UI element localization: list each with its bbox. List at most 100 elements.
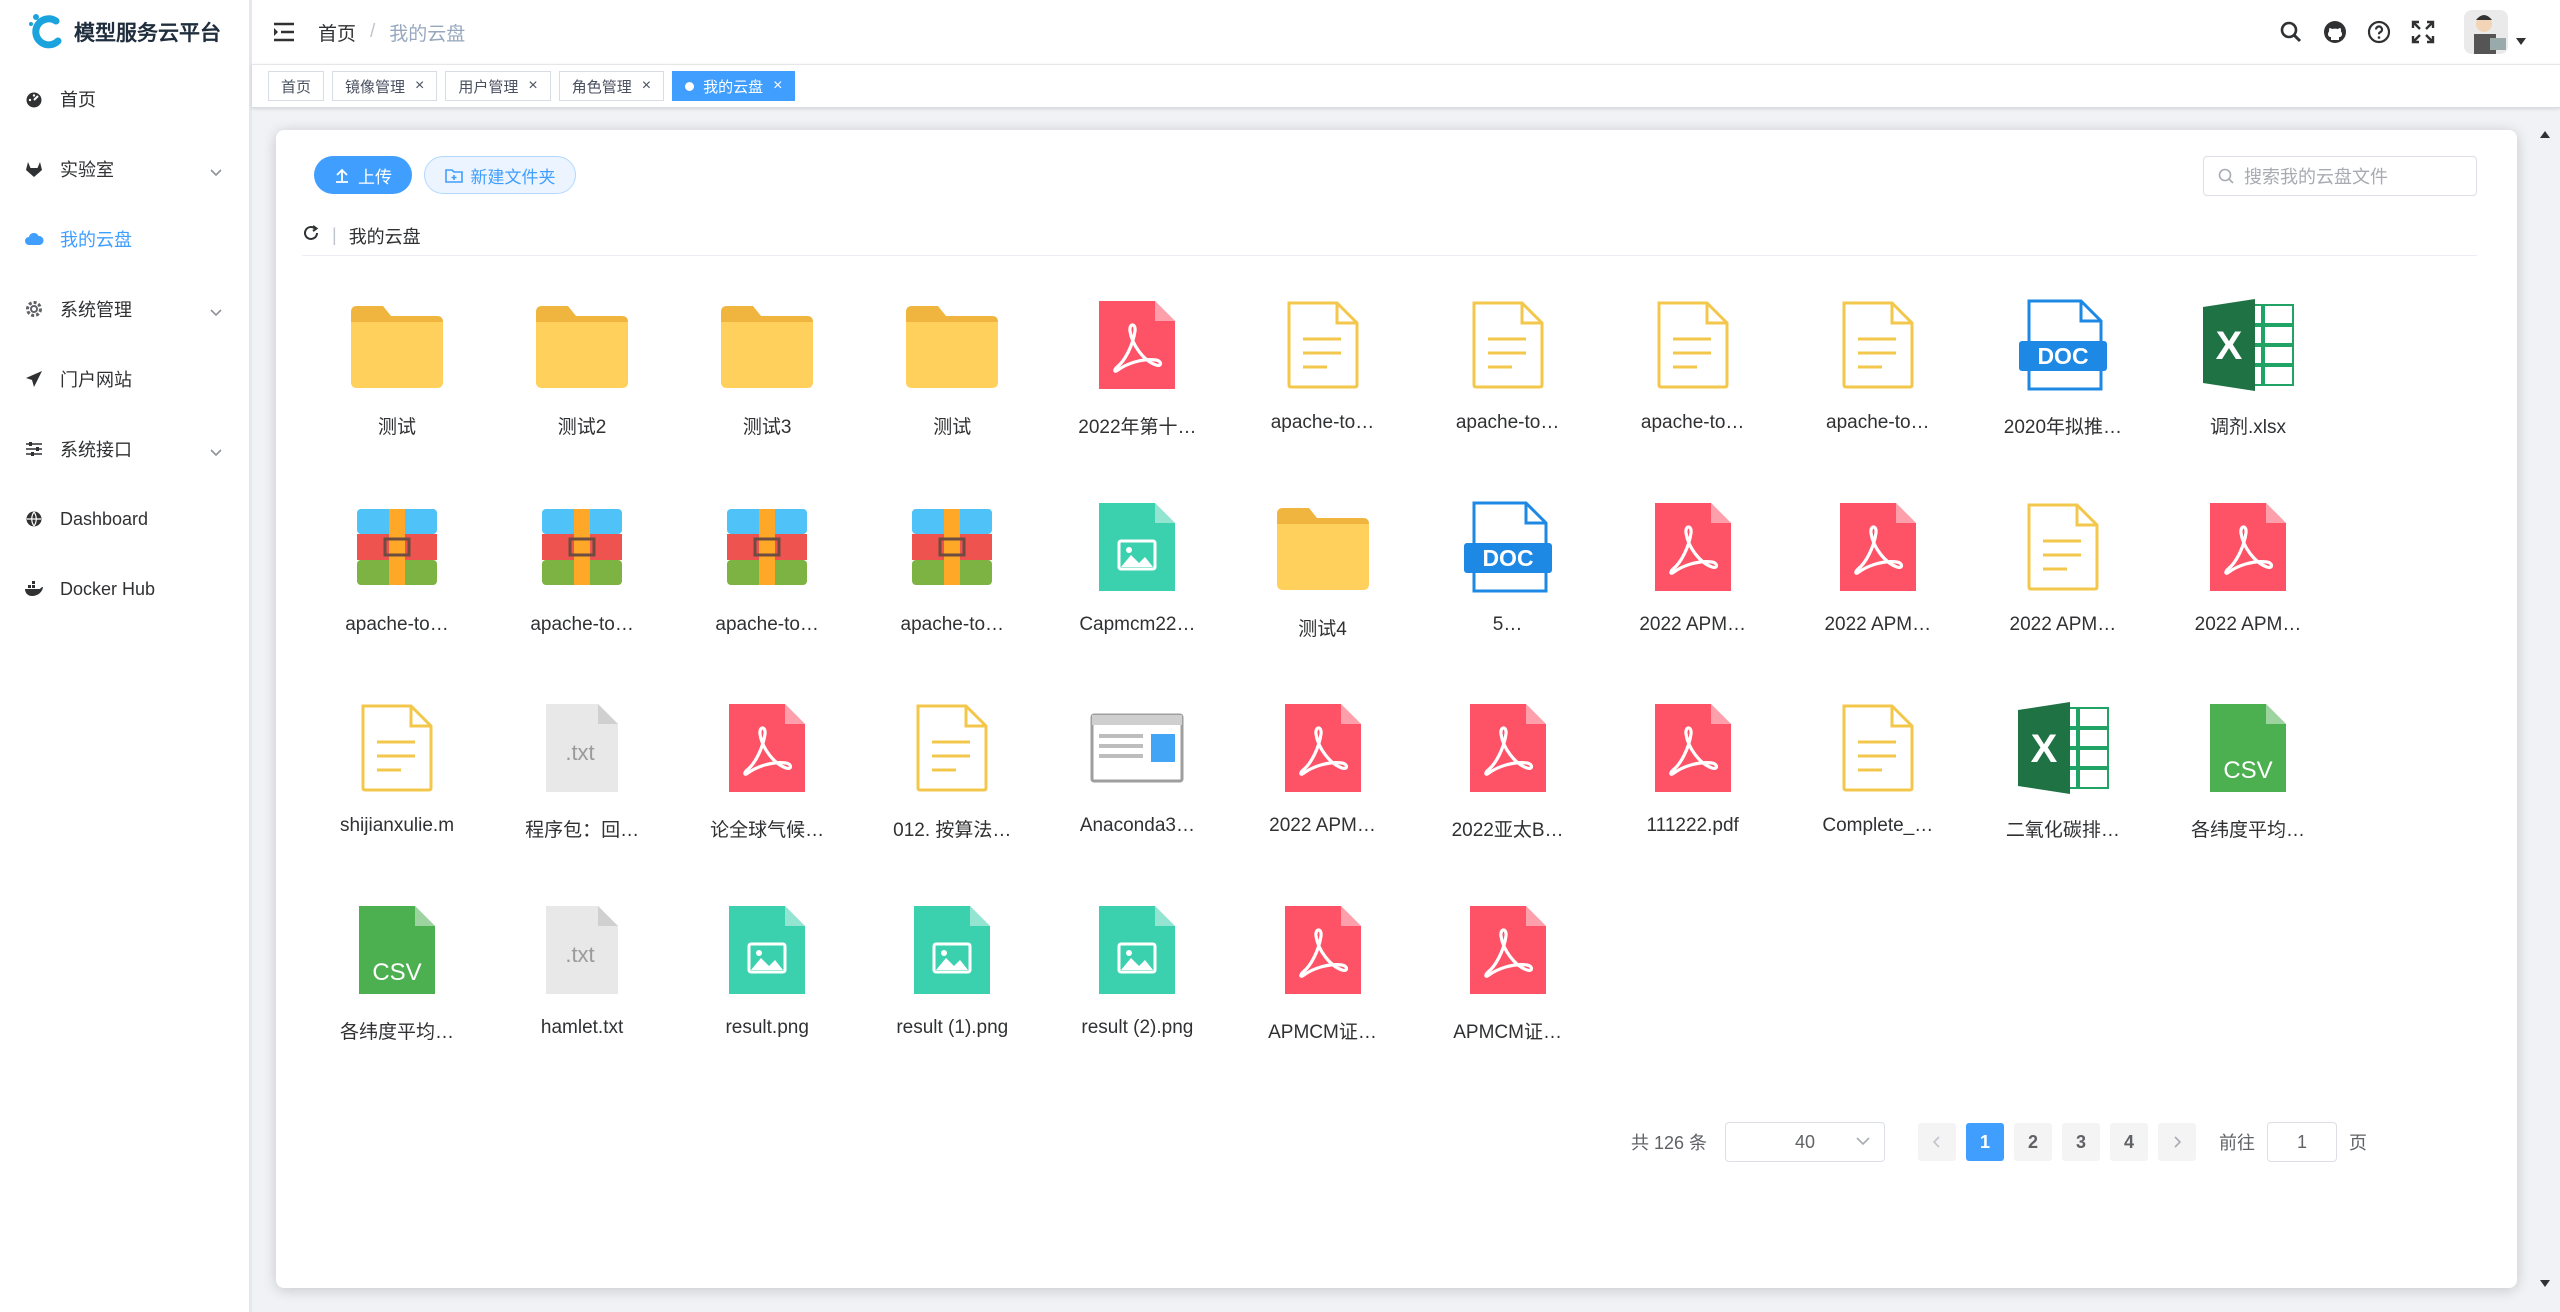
chevron-down-icon[interactable] xyxy=(2516,33,2526,51)
file-item[interactable]: apache-to… xyxy=(1415,290,1601,480)
page-button[interactable]: 4 xyxy=(2110,1123,2148,1161)
file-item[interactable]: 测试3 xyxy=(674,290,860,480)
refresh-icon[interactable] xyxy=(302,224,320,247)
sidebar-item-label: 系统接口 xyxy=(60,440,132,460)
file-item[interactable]: DOC 5… xyxy=(1415,492,1601,682)
sidebar-item[interactable]: 我的云盘 xyxy=(0,204,249,274)
github-icon[interactable] xyxy=(2322,19,2348,45)
close-icon[interactable]: × xyxy=(773,77,782,95)
tag-item[interactable]: 角色管理 × xyxy=(558,71,665,101)
tag-item[interactable]: 用户管理 × xyxy=(445,71,551,101)
sidebar-item[interactable]: 系统接口 xyxy=(0,414,249,484)
file-item[interactable]: .txt 程序包：回… xyxy=(489,693,675,883)
file-item[interactable]: result.png xyxy=(674,895,860,1085)
search-input[interactable]: 搜索我的云盘文件 xyxy=(2203,156,2477,196)
file-item[interactable]: CSV 各纬度平均… xyxy=(2155,693,2341,883)
file-item[interactable]: 2022亚太B… xyxy=(1415,693,1601,883)
file-name: 各纬度平均… xyxy=(2190,820,2305,841)
file-item[interactable]: 2022 APM… xyxy=(1970,492,2156,682)
pdf-icon xyxy=(712,693,822,803)
logo[interactable]: 模型服务云平台 xyxy=(0,0,249,64)
scroll-up-icon[interactable] xyxy=(2540,130,2550,138)
tag-item[interactable]: 镜像管理 × xyxy=(332,71,438,101)
folder-icon xyxy=(712,290,822,400)
file-item[interactable]: Capmcm22… xyxy=(1044,492,1230,682)
next-page-button[interactable] xyxy=(2158,1123,2196,1161)
file-item[interactable]: apache-to… xyxy=(674,492,860,682)
breadcrumb-home[interactable]: 首页 xyxy=(318,19,356,46)
file-item[interactable]: DOC 2020年拟推… xyxy=(1970,290,2156,480)
page-button[interactable]: 1 xyxy=(1966,1123,2004,1161)
page-size-select[interactable]: 40 xyxy=(1725,1122,1885,1162)
file-item[interactable]: 2022 APM… xyxy=(1600,492,1786,682)
hamburger-icon[interactable] xyxy=(272,20,296,44)
scroll-down-icon[interactable] xyxy=(2540,1280,2550,1288)
avatar[interactable] xyxy=(2464,10,2508,54)
file-item[interactable]: Complete_… xyxy=(1785,693,1971,883)
file-item[interactable]: shijianxulie.m xyxy=(304,693,490,883)
file-item[interactable]: X 二氧化碳排… xyxy=(1970,693,2156,883)
file-name: 2022亚太B… xyxy=(1451,820,1564,841)
sidebar-item[interactable]: 门户网站 xyxy=(0,344,249,414)
file-item[interactable]: CSV 各纬度平均… xyxy=(304,895,490,1085)
file-item[interactable]: result (1).png xyxy=(859,895,1045,1085)
page-button[interactable]: 3 xyxy=(2062,1123,2100,1161)
file-item[interactable]: APMCM证… xyxy=(1230,895,1416,1085)
tag-item[interactable]: 首页 xyxy=(268,71,325,101)
file-item[interactable]: 测试 xyxy=(859,290,1045,480)
svg-text:CSV: CSV xyxy=(372,959,421,986)
file-name: 二氧化碳排… xyxy=(2005,820,2120,841)
sidebar-item[interactable]: Dashboard xyxy=(0,484,249,554)
txt-icon: .txt xyxy=(527,693,637,803)
file-name: result.png xyxy=(725,1016,809,1038)
file-item[interactable]: 111222.pdf xyxy=(1600,693,1786,883)
svg-text:.txt: .txt xyxy=(565,740,594,765)
file-item[interactable]: result (2).png xyxy=(1044,895,1230,1085)
close-icon[interactable]: × xyxy=(528,77,537,95)
file-name: 论全球气候… xyxy=(710,820,825,841)
sidebar-item[interactable]: 首页 xyxy=(0,64,249,134)
sidebar-item[interactable]: 实验室 xyxy=(0,134,249,204)
word-icon: DOC xyxy=(2008,290,2118,400)
path-current[interactable]: 我的云盘 xyxy=(349,223,421,249)
upload-button[interactable]: 上传 xyxy=(314,156,412,194)
file-item[interactable]: 测试2 xyxy=(489,290,675,480)
sidebar-item[interactable]: Docker Hub xyxy=(0,554,249,624)
sidebar-item[interactable]: 系统管理 xyxy=(0,274,249,344)
search-icon[interactable] xyxy=(2278,19,2304,45)
file-item[interactable]: .txt hamlet.txt xyxy=(489,895,675,1085)
prev-page-button[interactable] xyxy=(1918,1123,1956,1161)
file-item[interactable]: Anaconda3… xyxy=(1044,693,1230,883)
file-item[interactable]: 2022 APM… xyxy=(1785,492,1971,682)
file-item[interactable]: 2022 APM… xyxy=(2155,492,2341,682)
file-item[interactable]: apache-to… xyxy=(1785,290,1971,480)
file-item[interactable]: apache-to… xyxy=(489,492,675,682)
file-item[interactable]: apache-to… xyxy=(1230,290,1416,480)
fullscreen-icon[interactable] xyxy=(2410,19,2436,45)
file-item[interactable]: apache-to… xyxy=(304,492,490,682)
file-item[interactable]: 论全球气候… xyxy=(674,693,860,883)
goto-page-value: 1 xyxy=(2296,1131,2307,1152)
file-item[interactable]: 测试 xyxy=(304,290,490,480)
page-button[interactable]: 2 xyxy=(2014,1123,2052,1161)
question-icon[interactable] xyxy=(2366,19,2392,45)
doc-outline-icon xyxy=(1823,693,1933,803)
new-folder-button[interactable]: 新建文件夹 xyxy=(424,156,576,194)
file-item[interactable]: 测试4 xyxy=(1230,492,1416,682)
file-item[interactable]: 2022年第十… xyxy=(1044,290,1230,480)
file-name: 测试2 xyxy=(557,417,607,438)
cloud-icon xyxy=(24,229,44,249)
file-item[interactable]: X 调剂.xlsx xyxy=(2155,290,2341,480)
file-item[interactable]: apache-to… xyxy=(1600,290,1786,480)
file-item[interactable]: apache-to… xyxy=(859,492,1045,682)
close-icon[interactable]: × xyxy=(415,77,424,95)
tag-item[interactable]: 我的云盘 × xyxy=(672,71,796,101)
scrollbar[interactable] xyxy=(2538,130,2552,1288)
file-name: 2022 APM… xyxy=(1824,613,1932,635)
close-icon[interactable]: × xyxy=(642,77,651,95)
file-item[interactable]: 012. 按算法… xyxy=(859,693,1045,883)
goto-page-input[interactable]: 1 xyxy=(2267,1122,2337,1162)
file-item[interactable]: APMCM证… xyxy=(1415,895,1601,1085)
file-item[interactable]: 2022 APM… xyxy=(1230,693,1416,883)
pdf-icon xyxy=(1453,693,1563,803)
